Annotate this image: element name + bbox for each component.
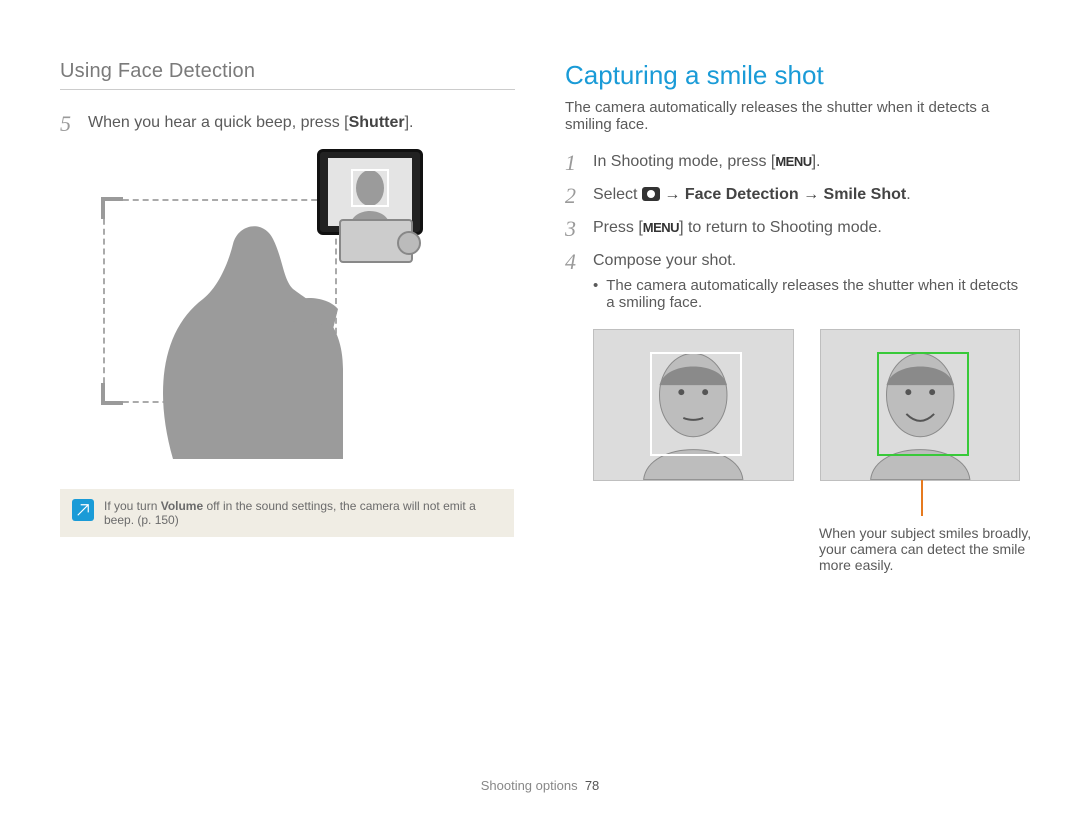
text: ] to return to Shooting mode. xyxy=(679,219,882,236)
text: If you turn xyxy=(104,499,161,513)
text: Press [ xyxy=(593,219,643,236)
note-text: If you turn Volume off in the sound sett… xyxy=(104,499,502,527)
shutter-label: Shutter xyxy=(349,114,405,131)
step-text: Press [MENU] to return to Shooting mode. xyxy=(593,217,882,240)
page-footer: Shooting options 78 xyxy=(0,778,1080,793)
step-text: In Shooting mode, press [MENU]. xyxy=(593,151,821,174)
step-number: 3 xyxy=(565,217,583,240)
person-silhouette xyxy=(133,209,363,459)
camera-body xyxy=(339,219,413,263)
step-text: Select → Face Detection → Smile Shot. xyxy=(593,184,911,207)
step-1: 1 In Shooting mode, press [MENU]. xyxy=(565,151,1020,174)
self-portrait-illustration xyxy=(103,149,473,459)
step-4: 4 Compose your shot. xyxy=(565,250,1020,273)
text: The camera automatically releases the sh… xyxy=(606,277,1020,311)
face-thumb-neutral xyxy=(593,329,794,481)
callout-line xyxy=(921,480,923,516)
smile-caption: When your subject smiles broadly, your c… xyxy=(819,525,1059,573)
text-bold: → Face Detection → Smile Shot xyxy=(660,186,906,203)
face-detection-box xyxy=(650,352,742,456)
footer-section: Shooting options xyxy=(481,778,578,793)
step-text: Compose your shot. xyxy=(593,250,736,273)
text: . xyxy=(906,186,910,203)
step-number: 4 xyxy=(565,250,583,273)
step-number: 1 xyxy=(565,151,583,174)
camera-icon xyxy=(642,187,660,201)
step-3: 3 Press [MENU] to return to Shooting mod… xyxy=(565,217,1020,240)
smile-thumbnails xyxy=(593,329,1020,481)
menu-icon: MENU xyxy=(775,153,811,171)
section-header: Using Face Detection xyxy=(60,60,515,90)
face-thumb-smiling xyxy=(820,329,1021,481)
text: When you hear a quick beep, press [ xyxy=(88,114,349,131)
step-text: When you hear a quick beep, press [Shutt… xyxy=(88,112,413,135)
face-detection-box-green xyxy=(877,352,969,456)
step-4-bullet: The camera automatically releases the sh… xyxy=(593,277,1020,311)
menu-icon: MENU xyxy=(643,219,679,237)
page-number: 78 xyxy=(585,778,599,793)
text: Select xyxy=(593,186,642,203)
text: ]. xyxy=(405,114,414,131)
step-2: 2 Select → Face Detection → Smile Shot. xyxy=(565,184,1020,207)
note-box: If you turn Volume off in the sound sett… xyxy=(60,489,514,537)
note-icon xyxy=(72,499,94,521)
text: In Shooting mode, press [ xyxy=(593,153,775,170)
step-5: 5 When you hear a quick beep, press [Shu… xyxy=(60,112,515,135)
subsection-title: Capturing a smile shot xyxy=(565,60,1020,91)
text-bold: Volume xyxy=(161,499,203,513)
lead-text: The camera automatically releases the sh… xyxy=(565,99,1020,133)
text: ]. xyxy=(812,153,821,170)
step-number: 5 xyxy=(60,112,78,135)
step-number: 2 xyxy=(565,184,583,207)
